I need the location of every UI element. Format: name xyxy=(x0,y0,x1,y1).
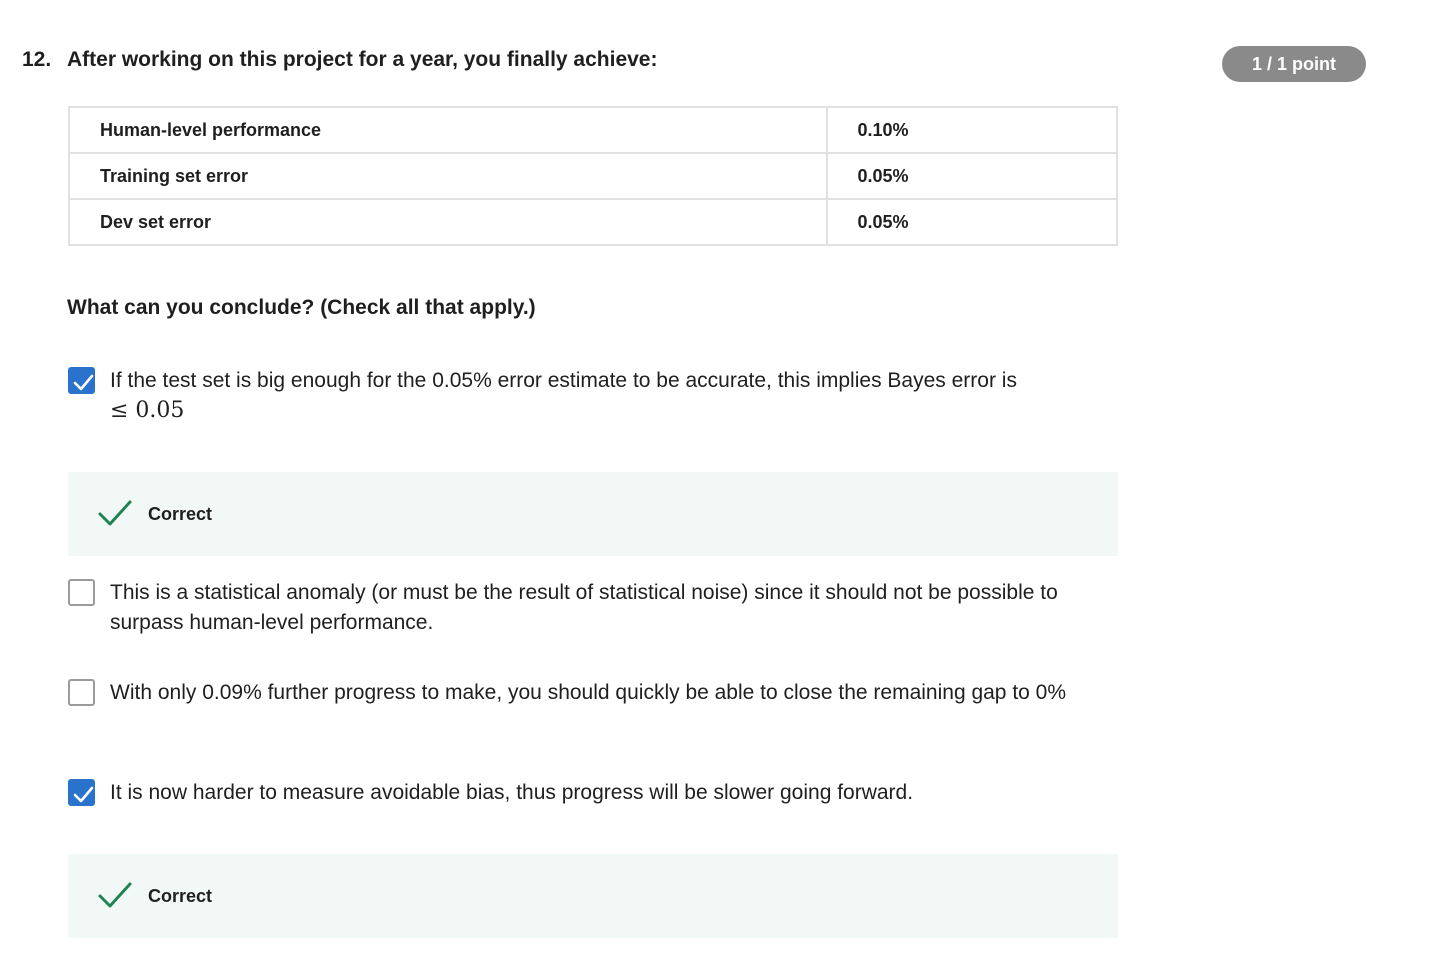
feedback-correct: Correct xyxy=(68,472,1118,556)
table-cell-value: 0.10% xyxy=(825,106,1118,154)
table-row: Training set error 0.05% xyxy=(68,152,1118,200)
table-cell-label: Training set error xyxy=(68,152,828,200)
option-4[interactable]: It is now harder to measure avoidable bi… xyxy=(68,778,1098,808)
table-cell-value: 0.05% xyxy=(825,152,1118,200)
feedback-label: Correct xyxy=(148,886,213,906)
table-cell-value: 0.05% xyxy=(825,198,1118,246)
points-badge: 1 / 1 point xyxy=(1222,46,1366,82)
table-row: Dev set error 0.05% xyxy=(68,198,1118,246)
option-label: With only 0.09% further progress to make… xyxy=(110,681,1067,704)
correct-check-icon xyxy=(98,500,132,526)
checkbox-unchecked[interactable] xyxy=(68,679,95,706)
option-3[interactable]: With only 0.09% further progress to make… xyxy=(68,678,1098,738)
table-row: Human-level performance 0.10% xyxy=(68,106,1118,154)
math-expression: ≤ 0.05 xyxy=(110,398,185,423)
option-label: It is now harder to measure avoidable bi… xyxy=(110,781,914,804)
checkmark-icon xyxy=(73,374,94,391)
question-title: After working on this project for a year… xyxy=(67,48,658,71)
checkmark-icon xyxy=(73,786,94,803)
table-cell-label: Dev set error xyxy=(68,198,828,246)
question-number: 12. xyxy=(22,48,52,71)
option-2[interactable]: This is a statistical anomaly (or must b… xyxy=(68,578,1098,638)
checkbox-unchecked[interactable] xyxy=(68,579,95,606)
option-label: If the test set is big enough for the 0.… xyxy=(110,369,1017,392)
checkbox-checked[interactable] xyxy=(68,779,95,806)
option-label: This is a statistical anomaly (or must b… xyxy=(110,581,1058,634)
prompt: What can you conclude? (Check all that a… xyxy=(67,296,536,319)
checkbox-checked[interactable] xyxy=(68,367,95,394)
option-1[interactable]: If the test set is big enough for the 0.… xyxy=(68,366,1098,426)
results-table: Human-level performance 0.10% Training s… xyxy=(68,106,1118,246)
feedback-correct: Correct xyxy=(68,854,1118,938)
table-cell-label: Human-level performance xyxy=(68,106,828,154)
option-text: If the test set is big enough for the 0.… xyxy=(110,366,1100,426)
correct-check-icon xyxy=(98,882,132,908)
feedback-label: Correct xyxy=(148,504,213,524)
